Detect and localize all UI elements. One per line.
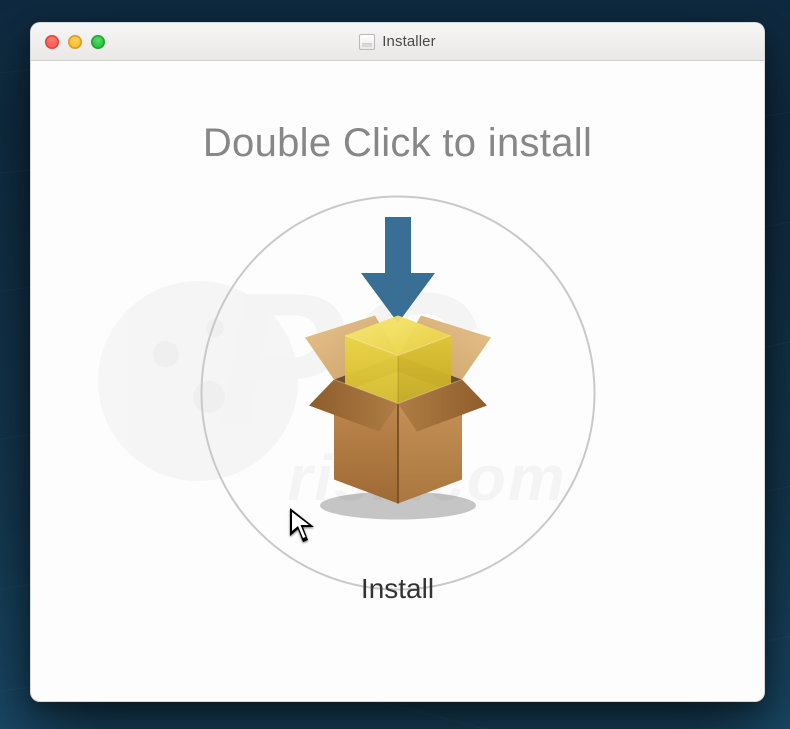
install-package[interactable] bbox=[283, 296, 513, 531]
window-title: Installer bbox=[359, 33, 435, 50]
disk-icon bbox=[359, 34, 375, 50]
zoom-icon[interactable] bbox=[91, 35, 105, 49]
traffic-lights bbox=[45, 35, 105, 49]
window-content: PC risk.com Double Click to install bbox=[31, 61, 764, 701]
headline-text: Double Click to install bbox=[31, 121, 764, 166]
window-title-text: Installer bbox=[382, 33, 435, 50]
installer-window: Installer PC risk.com Double Click to in… bbox=[30, 22, 765, 702]
minimize-icon[interactable] bbox=[68, 35, 82, 49]
install-label: Install bbox=[361, 573, 434, 605]
titlebar[interactable]: Installer bbox=[31, 23, 764, 61]
close-icon[interactable] bbox=[45, 35, 59, 49]
